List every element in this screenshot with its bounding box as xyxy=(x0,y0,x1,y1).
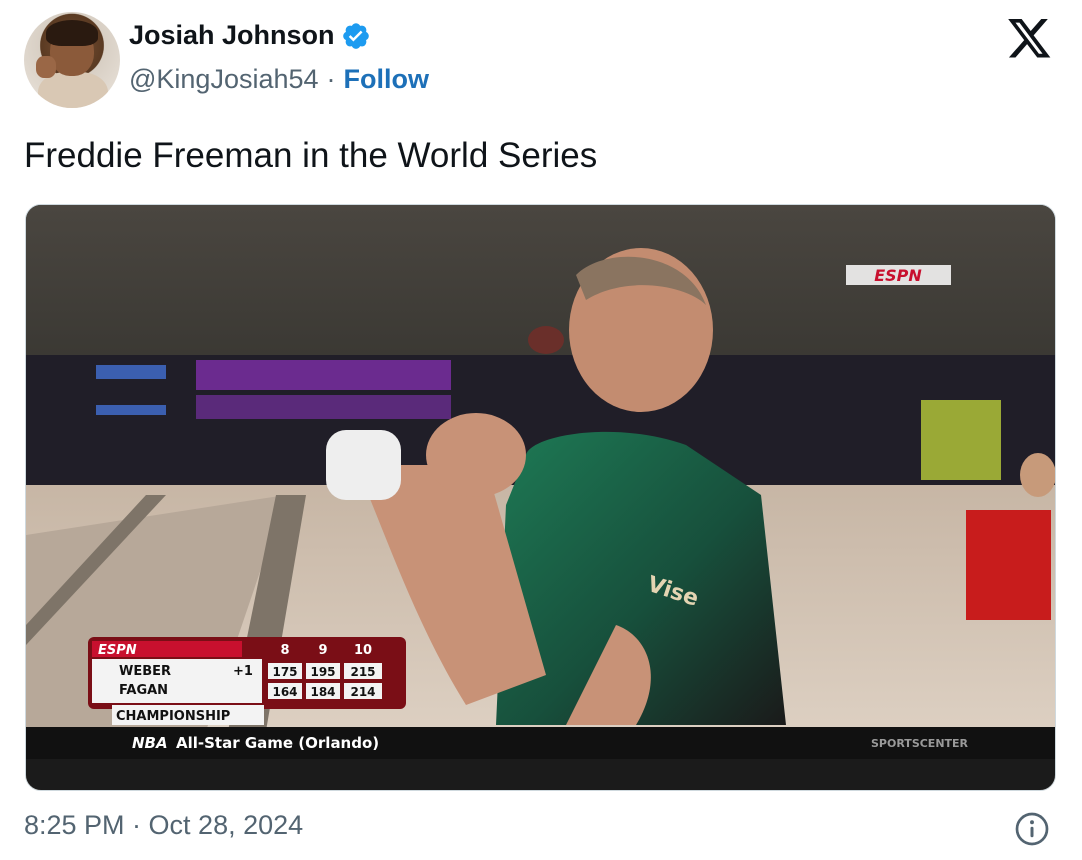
tweet-text: Freddie Freeman in the World Series xyxy=(24,136,598,175)
espn-logo: ESPN xyxy=(874,266,922,285)
score-cell: 184 xyxy=(310,685,335,699)
verified-badge-icon xyxy=(342,22,369,49)
frame-label: 8 xyxy=(280,643,289,658)
video-frame: ESPN Vise ESPN 8 9 10 WEBER +1 FAGAN 175… xyxy=(26,205,1055,790)
scoreboard-network: ESPN xyxy=(98,643,137,658)
player-lead: +1 xyxy=(233,664,253,679)
author-avatar[interactable] xyxy=(24,12,120,108)
separator: · xyxy=(326,64,336,94)
score-cell: 214 xyxy=(350,685,375,699)
x-logo-icon[interactable] xyxy=(1008,19,1052,59)
author-display-name[interactable]: Josiah Johnson xyxy=(129,20,335,51)
follow-button[interactable]: Follow xyxy=(344,64,429,95)
player-name: WEBER xyxy=(119,664,171,679)
frame-label: 9 xyxy=(318,643,327,658)
author-handle-row: @KingJosiah54 · Follow xyxy=(129,64,429,95)
frame-label: 10 xyxy=(354,643,372,658)
ticker-text: All-Star Game (Orlando) xyxy=(176,734,379,752)
avatar-fist xyxy=(36,56,56,78)
info-icon[interactable] xyxy=(1014,811,1050,847)
author-name-row: Josiah Johnson xyxy=(129,20,371,51)
video-player[interactable]: ESPN Vise ESPN 8 9 10 WEBER +1 FAGAN 175… xyxy=(25,204,1056,791)
news-ticker: NBA All-Star Game (Orlando) SPORTSCENTER xyxy=(26,727,1055,759)
score-cell: 164 xyxy=(272,685,297,699)
ticker-league: NBA xyxy=(132,734,168,752)
player-name: FAGAN xyxy=(119,683,168,698)
tweet-timestamp[interactable]: 8:25 PM · Oct 28, 2024 xyxy=(24,810,303,841)
score-cell: 215 xyxy=(350,665,375,679)
ticker-show: SPORTSCENTER xyxy=(871,737,969,750)
event-label: CHAMPIONSHIP xyxy=(116,709,230,724)
score-cell: 175 xyxy=(272,665,297,679)
author-handle[interactable]: @KingJosiah54 xyxy=(129,64,319,95)
score-cell: 195 xyxy=(310,665,335,679)
avatar-hair xyxy=(46,20,98,46)
